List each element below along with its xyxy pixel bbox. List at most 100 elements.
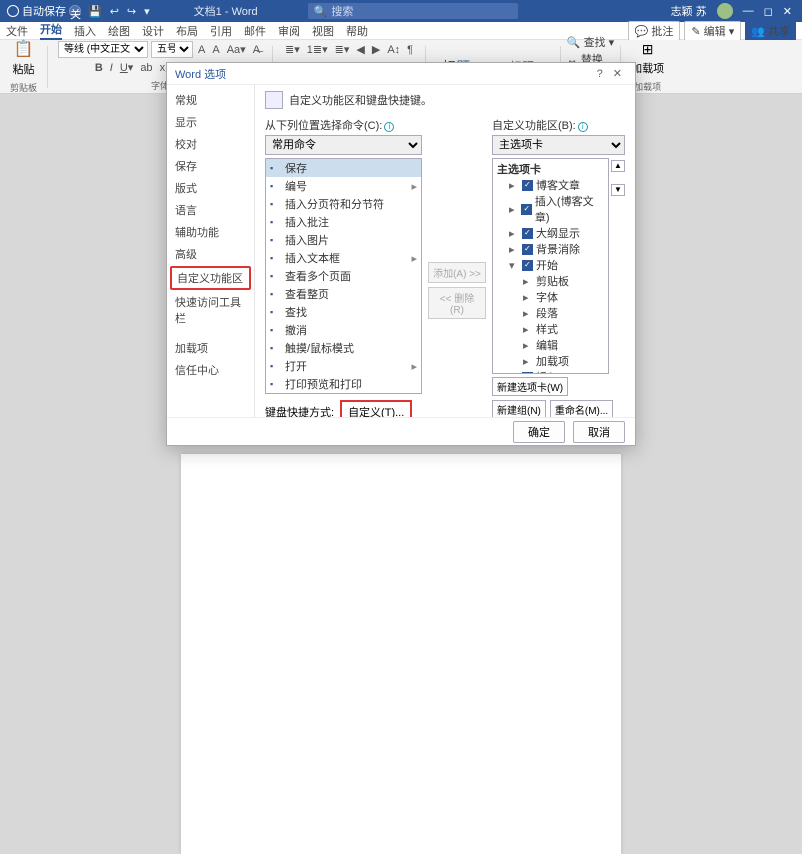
command-item[interactable]: ▪打开▸ (266, 357, 421, 375)
maximize-icon[interactable]: ◻ (764, 5, 773, 18)
sidebar-quick-access[interactable]: 快速访问工具栏 (167, 291, 254, 329)
font-size-select[interactable]: 五号 (151, 41, 193, 58)
command-item[interactable]: ▪查看整页 (266, 285, 421, 303)
caret-icon[interactable]: ▸ (509, 179, 519, 192)
caret-icon[interactable]: ▸ (523, 323, 533, 336)
strike-icon[interactable]: ab (138, 61, 154, 75)
sidebar-layout[interactable]: 版式 (167, 177, 254, 199)
sidebar-display[interactable]: 显示 (167, 111, 254, 133)
group-node[interactable]: ▸字体 (495, 289, 606, 305)
group-node[interactable]: ▸段落 (495, 305, 606, 321)
command-item[interactable]: ▪触摸/鼠标模式 (266, 339, 421, 357)
italic-icon[interactable]: I (108, 61, 115, 75)
menu-help[interactable]: 帮助 (346, 23, 368, 39)
search-input[interactable]: 🔍 搜索 (308, 3, 518, 19)
sidebar-trust[interactable]: 信任中心 (167, 359, 254, 381)
menu-mail[interactable]: 邮件 (244, 23, 266, 39)
sidebar-addins[interactable]: 加载项 (167, 337, 254, 359)
paste-icon[interactable]: 📋 (14, 39, 34, 59)
command-item[interactable]: ▪插入批注 (266, 213, 421, 231)
move-up-button[interactable]: ▲ (611, 160, 625, 172)
minimize-icon[interactable]: — (743, 5, 754, 17)
comments-button[interactable]: 💬 批注 (628, 21, 681, 41)
checkbox[interactable] (522, 228, 533, 239)
checkbox[interactable] (522, 260, 533, 271)
redo-icon[interactable]: ↪ (127, 5, 136, 18)
command-item[interactable]: ▪插入图片 (266, 231, 421, 249)
checkbox[interactable] (522, 244, 533, 255)
customize-ribbon-select[interactable]: 主选项卡 (492, 135, 625, 155)
clear-format-icon[interactable]: A̶ (251, 43, 262, 57)
showmarks-icon[interactable]: ¶ (405, 43, 415, 57)
command-item[interactable]: ▪查找 (266, 303, 421, 321)
undo-icon[interactable]: ↩ (110, 5, 119, 18)
info-icon[interactable]: i (384, 122, 394, 132)
font-name-select[interactable]: 等线 (中文正文) (58, 41, 148, 58)
change-case-icon[interactable]: Aa▾ (225, 42, 248, 57)
addin-icon[interactable]: ⊞ (642, 41, 654, 58)
autosave-toggle[interactable] (7, 5, 19, 17)
tab-node[interactable]: ▾开始 (495, 257, 606, 273)
sidebar-customize-ribbon[interactable]: 自定义功能区 (170, 266, 251, 290)
new-group-button[interactable]: 新建组(N) (492, 400, 546, 417)
sidebar-advanced[interactable]: 高级 (167, 243, 254, 265)
grow-font-icon[interactable]: A (196, 43, 207, 57)
command-item[interactable]: ▪保存 (266, 159, 421, 177)
command-item[interactable]: ▪编号▸ (266, 177, 421, 195)
bullets-icon[interactable]: ≣▾ (283, 42, 302, 57)
numbering-icon[interactable]: 1≣▾ (305, 42, 330, 57)
editing-button[interactable]: ✎ 编辑 ▾ (684, 21, 741, 41)
caret-icon[interactable]: ▸ (509, 227, 519, 240)
rename-button[interactable]: 重命名(M)... (550, 400, 613, 417)
document-page[interactable] (181, 454, 621, 854)
indent-dec-icon[interactable]: ◀ (354, 42, 366, 57)
tab-node[interactable]: ▸大纲显示 (495, 225, 606, 241)
indent-inc-icon[interactable]: ▶ (370, 42, 382, 57)
ok-button[interactable]: 确定 (513, 421, 565, 443)
command-item[interactable]: ▪插入文本框▸ (266, 249, 421, 267)
caret-icon[interactable]: ▸ (523, 307, 533, 320)
menu-design[interactable]: 设计 (142, 23, 164, 39)
checkbox[interactable] (521, 204, 531, 215)
add-button[interactable]: 添加(A) >> (428, 262, 486, 283)
caret-icon[interactable]: ▸ (523, 339, 533, 352)
sidebar-accessibility[interactable]: 辅助功能 (167, 221, 254, 243)
dialog-close-icon[interactable]: ✕ (608, 67, 627, 80)
caret-icon[interactable]: ▸ (523, 355, 533, 368)
sidebar-language[interactable]: 语言 (167, 199, 254, 221)
find-button[interactable]: 🔍 查找 ▾ (567, 34, 614, 50)
command-item[interactable]: ▪插入分页符和分节符 (266, 195, 421, 213)
menu-layout[interactable]: 布局 (176, 23, 198, 39)
command-item[interactable]: ▪打印预览和打印 (266, 375, 421, 393)
caret-icon[interactable]: ▸ (509, 203, 518, 216)
tab-node[interactable]: ▸背景消除 (495, 241, 606, 257)
tab-node[interactable]: ▸插入 (495, 369, 606, 374)
info-icon-2[interactable]: i (578, 122, 588, 132)
checkbox[interactable] (522, 180, 533, 191)
checkbox[interactable] (522, 372, 533, 375)
menu-draw[interactable]: 绘图 (108, 23, 130, 39)
tab-node[interactable]: ▸博客文章 (495, 177, 606, 193)
commands-listbox[interactable]: ▪保存▪编号▸▪插入分页符和分节符▪插入批注▪插入图片▪插入文本框▸▪查看多个页… (265, 158, 422, 394)
caret-icon[interactable]: ▸ (509, 243, 519, 256)
menu-references[interactable]: 引用 (210, 23, 232, 39)
close-icon[interactable]: ✕ (783, 5, 792, 18)
underline-icon[interactable]: U▾ (118, 60, 135, 75)
cancel-button[interactable]: 取消 (573, 421, 625, 443)
move-down-button[interactable]: ▼ (611, 184, 625, 196)
shrink-font-icon[interactable]: A (210, 43, 221, 57)
command-item[interactable]: ▪查看多个页面 (266, 267, 421, 285)
group-node[interactable]: ▸样式 (495, 321, 606, 337)
new-tab-button[interactable]: 新建选项卡(W) (492, 377, 568, 396)
avatar[interactable] (717, 3, 733, 19)
caret-icon[interactable]: ▾ (509, 259, 519, 272)
sidebar-save[interactable]: 保存 (167, 155, 254, 177)
tabs-tree[interactable]: 主选项卡▸博客文章▸插入(博客文章)▸大纲显示▸背景消除▾开始▸剪贴板▸字体▸段… (492, 158, 609, 374)
menu-review[interactable]: 审阅 (278, 23, 300, 39)
share-button[interactable]: 👥 共享 (745, 21, 796, 41)
group-node[interactable]: ▸剪贴板 (495, 273, 606, 289)
sidebar-proofing[interactable]: 校对 (167, 133, 254, 155)
command-item[interactable]: ▪撤消 (266, 321, 421, 339)
caret-icon[interactable]: ▸ (509, 371, 519, 375)
multilevel-icon[interactable]: ≣▾ (333, 42, 352, 57)
